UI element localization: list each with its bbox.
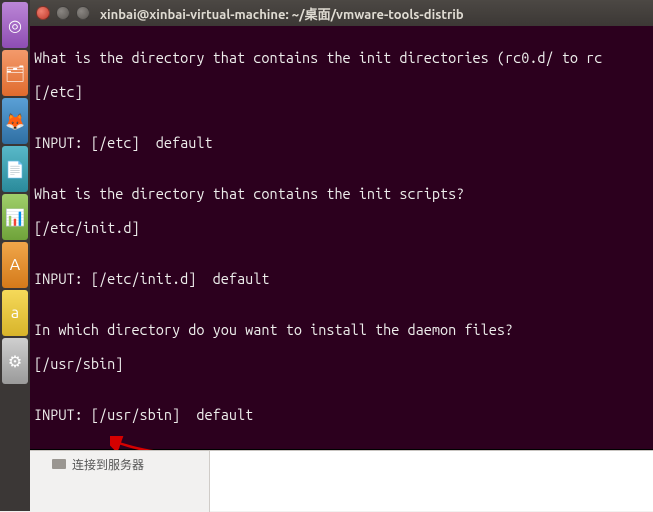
launcher-files-icon[interactable]: 🗂 (2, 50, 28, 96)
minimize-icon[interactable] (56, 6, 70, 20)
unity-launcher: ◎ 🗂 🦊 📄 📊 A a ⚙ (0, 0, 30, 511)
terminal-line: [/etc/init.d] (34, 219, 649, 236)
launcher-firefox-icon[interactable]: 🦊 (2, 98, 28, 144)
sidebar-item-label: 连接到服务器 (72, 456, 144, 473)
server-icon (52, 459, 66, 469)
maximize-icon[interactable] (76, 6, 90, 20)
launcher-calc-icon[interactable]: 📊 (2, 194, 28, 240)
files-sidebar: 连接到服务器 (30, 451, 210, 512)
launcher-dash-icon[interactable]: ◎ (2, 2, 28, 48)
terminal-body[interactable]: What is the directory that contains the … (30, 26, 653, 449)
terminal-line: What is the directory that contains the … (34, 185, 649, 202)
launcher-settings-icon[interactable]: ⚙ (2, 338, 28, 384)
terminal-line: [/usr/sbin] (34, 355, 649, 372)
window-title: xinbai@xinbai-virtual-machine: ~/桌面/vmwa… (100, 4, 464, 23)
terminal-window: xinbai@xinbai-virtual-machine: ~/桌面/vmwa… (30, 0, 653, 450)
sidebar-item-connect[interactable]: 连接到服务器 (52, 455, 209, 473)
terminal-line: INPUT: [/etc] default (34, 134, 649, 151)
terminal-line: INPUT: [/etc/init.d] default (34, 270, 649, 287)
launcher-software-icon[interactable]: A (2, 242, 28, 288)
files-window-strip: 连接到服务器 (30, 450, 653, 511)
terminal-line: INPUT: [/usr/sbin] default (34, 406, 649, 423)
close-icon[interactable] (36, 6, 50, 20)
terminal-line: In which directory do you want to instal… (34, 321, 649, 338)
terminal-line: [/etc] (34, 83, 649, 100)
launcher-writer-icon[interactable]: 📄 (2, 146, 28, 192)
launcher-amazon-icon[interactable]: a (2, 290, 28, 336)
terminal-line: What is the directory that contains the … (34, 49, 649, 66)
window-titlebar[interactable]: xinbai@xinbai-virtual-machine: ~/桌面/vmwa… (30, 0, 653, 26)
